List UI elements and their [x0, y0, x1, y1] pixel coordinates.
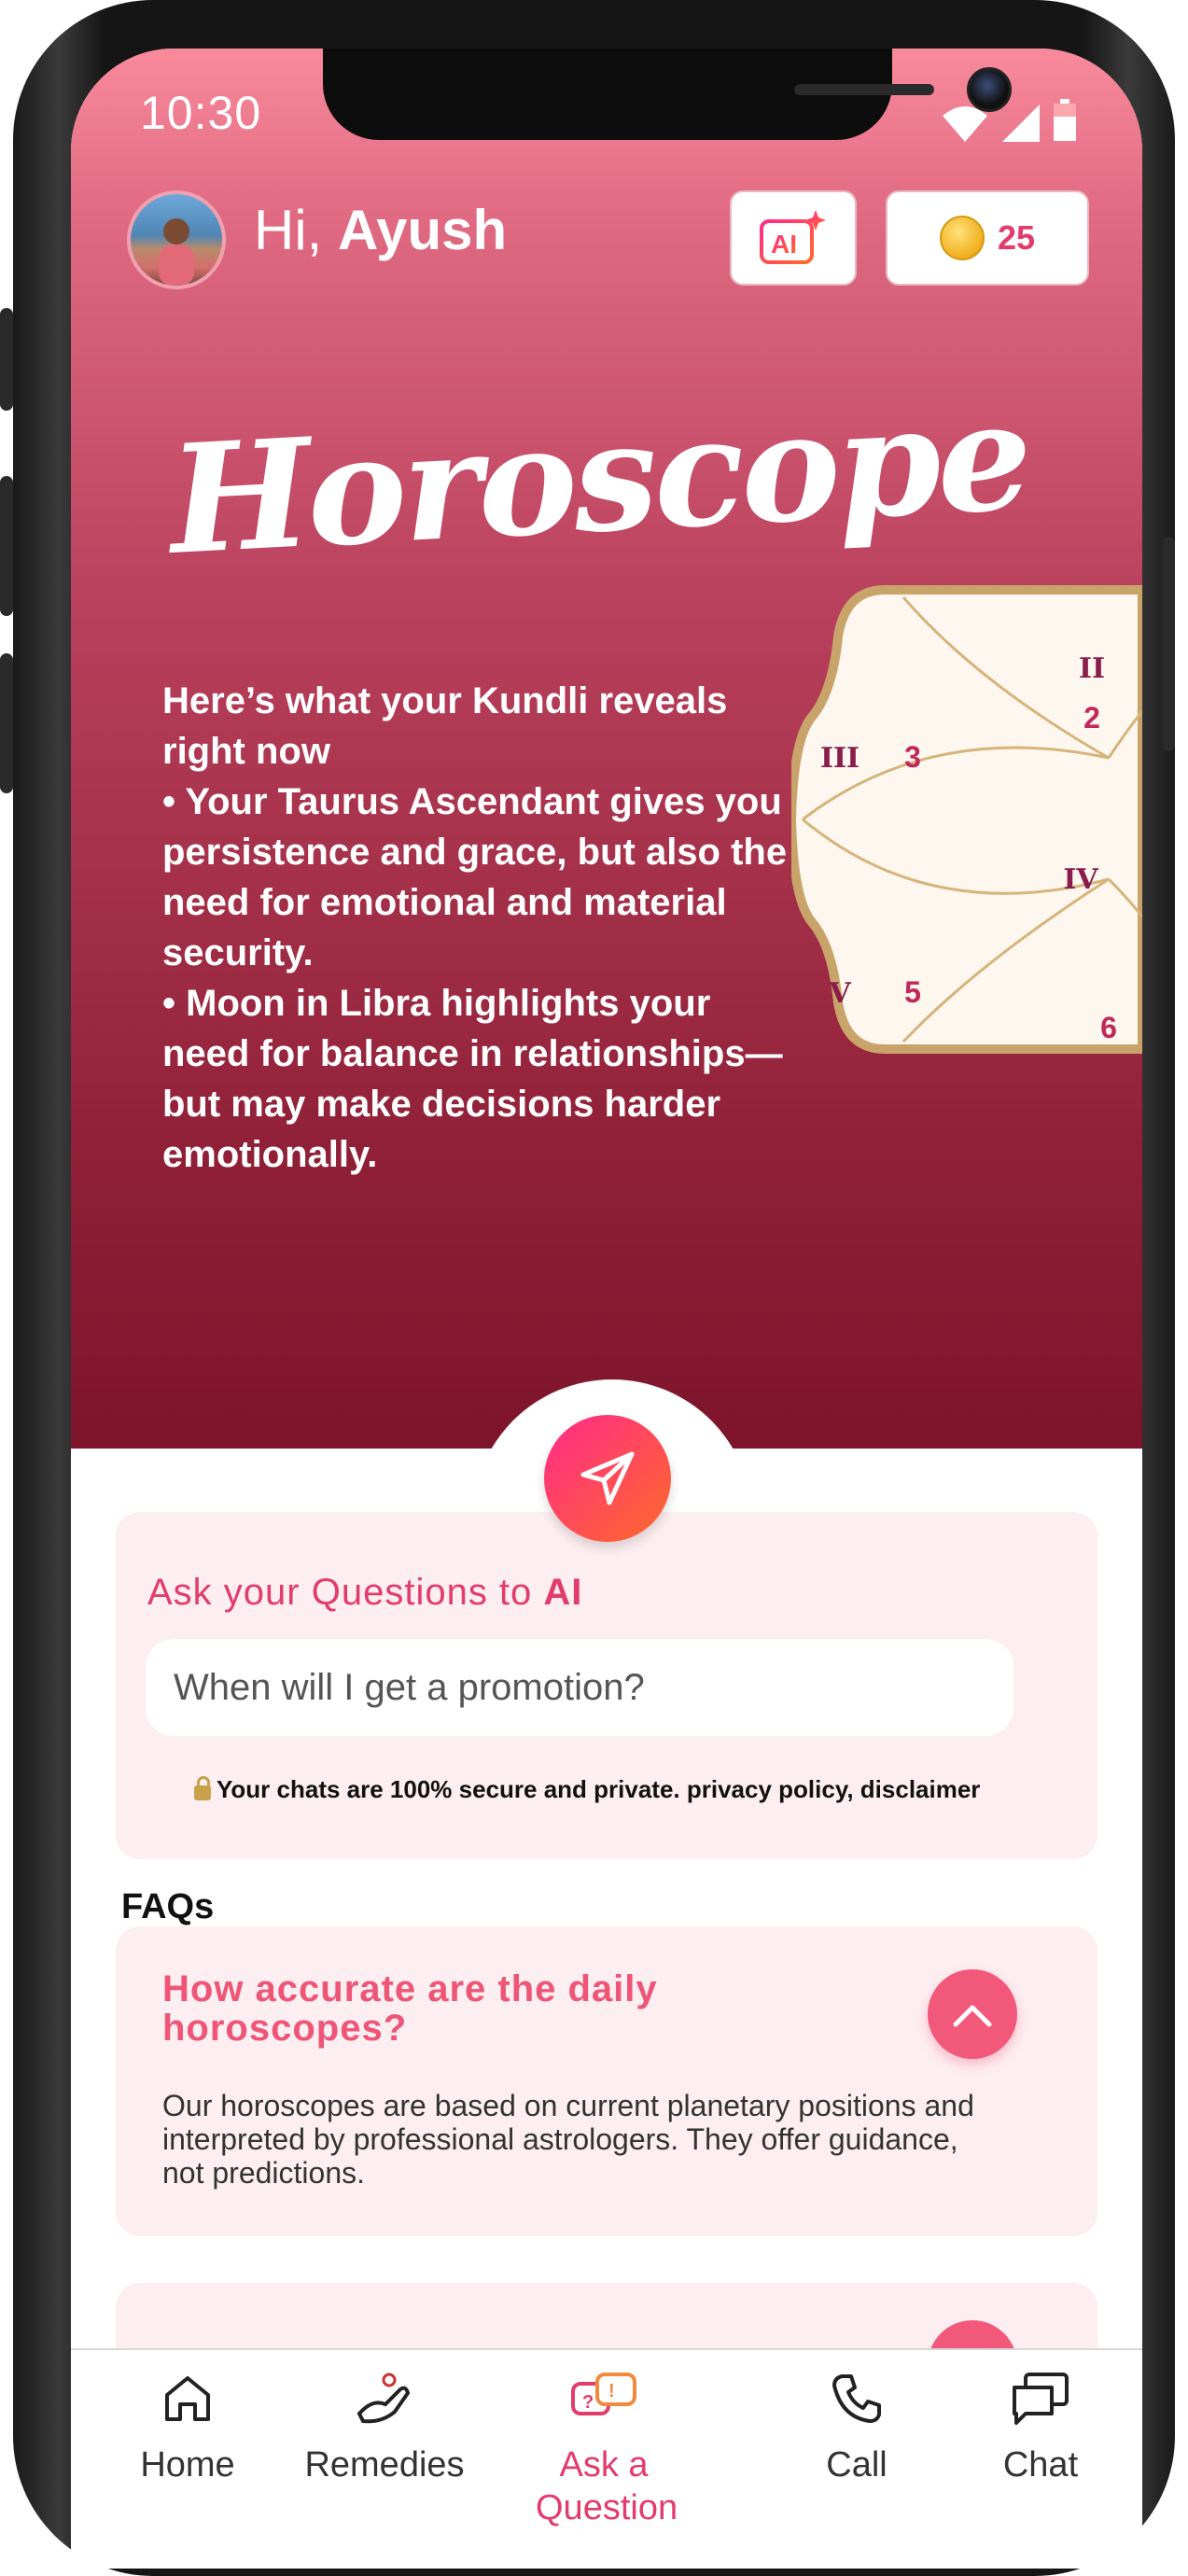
kundli-label: 3 — [904, 740, 921, 774]
svg-text:?: ? — [582, 2392, 594, 2413]
coin-count: 25 — [997, 218, 1036, 257]
faq-question[interactable]: How accurate are the daily horoscopes? — [162, 1969, 760, 2048]
coin-icon — [939, 216, 985, 260]
nav-remedies[interactable]: Remedies — [291, 2371, 478, 2486]
coin-balance-button[interactable]: 25 — [886, 190, 1089, 286]
kundli-chart: II 2 III 3 IV V 5 6 VI — [791, 585, 1142, 1054]
kundli-label: 6 — [1100, 1011, 1117, 1044]
bottom-navigation: Home Remedies ?! Ask a Question Call Cha… — [71, 2348, 1142, 2569]
privacy-note: Your chats are 100% secure and private. … — [194, 1775, 980, 1804]
send-button[interactable] — [544, 1415, 671, 1542]
kundli-label: III — [820, 742, 860, 775]
kundli-point: • Your Taurus Ascendant gives you persis… — [162, 781, 788, 973]
kundli-label: IV — [1063, 863, 1098, 896]
home-icon — [165, 2376, 210, 2421]
volume-up-button — [0, 476, 13, 616]
nav-ask-question[interactable]: ?! Ask a Question — [536, 2371, 678, 2529]
kundli-point: • Moon in Libra highlights your need for… — [162, 983, 783, 1175]
volume-down-button — [0, 653, 13, 793]
question-input[interactable] — [146, 1639, 1013, 1736]
phone-frame: 10:30 Hi, Ayush AI 25 Horoscope Here’s w… — [0, 0, 1175, 2576]
kundli-label: 2 — [1083, 701, 1100, 735]
chevron-up-icon — [953, 2005, 992, 2027]
status-icons — [941, 99, 1077, 142]
kundli-intro: Here’s what your Kundli reveals right no… — [162, 680, 728, 772]
ask-title: Ask your Questions to AI — [147, 1572, 582, 1614]
speaker — [794, 84, 934, 95]
kundli-label: 5 — [904, 975, 921, 1009]
battery-icon — [1054, 99, 1076, 141]
svg-text:AI: AI — [771, 230, 797, 259]
ask-title-ai: AI — [543, 1572, 583, 1613]
ai-sparkle-icon: AI — [760, 210, 826, 264]
phone-icon — [832, 2374, 881, 2423]
kundli-label: II — [1079, 652, 1105, 685]
nav-label: Ask a Question — [536, 2445, 678, 2527]
avatar-photo — [159, 218, 194, 286]
app-screen: 10:30 Hi, Ayush AI 25 Horoscope Here’s w… — [71, 49, 1142, 2569]
wifi-icon — [943, 106, 987, 142]
nav-call[interactable]: Call — [810, 2371, 903, 2486]
ai-button[interactable]: AI — [730, 190, 857, 286]
lock-icon — [194, 1775, 211, 1800]
nav-home[interactable]: Home — [127, 2371, 248, 2486]
remedies-icon — [356, 2373, 411, 2424]
nav-label: Call — [826, 2445, 888, 2485]
signal-icon — [1002, 105, 1040, 142]
greeting: Hi, Ayush — [254, 198, 507, 262]
user-name: Ayush — [338, 199, 508, 261]
power-button — [1162, 537, 1175, 751]
ask-question-icon: ?! — [571, 2373, 636, 2415]
privacy-text[interactable]: Your chats are 100% secure and private. … — [217, 1775, 980, 1804]
greeting-prefix: Hi, — [254, 199, 323, 261]
nav-label: Home — [140, 2445, 235, 2485]
user-avatar[interactable] — [127, 190, 226, 289]
faq-answer: Our horoscopes are based on current plan… — [162, 2089, 974, 2190]
kundli-label: V — [828, 977, 851, 1010]
faq-collapse-button[interactable] — [928, 1969, 1017, 2059]
notch — [323, 49, 1012, 140]
kundli-reveal-text: Here’s what your Kundli reveals right no… — [162, 676, 806, 1180]
nav-label: Remedies — [304, 2445, 465, 2485]
status-time: 10:30 — [140, 87, 262, 139]
mute-switch — [0, 308, 13, 411]
nav-chat[interactable]: Chat — [989, 2371, 1092, 2486]
ask-title-prefix: Ask your Questions to — [147, 1572, 533, 1613]
faq-item[interactable]: How accurate are the daily horoscopes? O… — [116, 1926, 1097, 2236]
send-icon — [580, 1451, 635, 1505]
nav-label: Chat — [1002, 2445, 1079, 2485]
faqs-heading: FAQs — [121, 1887, 215, 1926]
chat-icon — [1013, 2373, 1069, 2425]
ask-question-card: Ask your Questions to AI Your chats are … — [116, 1512, 1097, 1859]
svg-text:!: ! — [608, 2381, 615, 2401]
